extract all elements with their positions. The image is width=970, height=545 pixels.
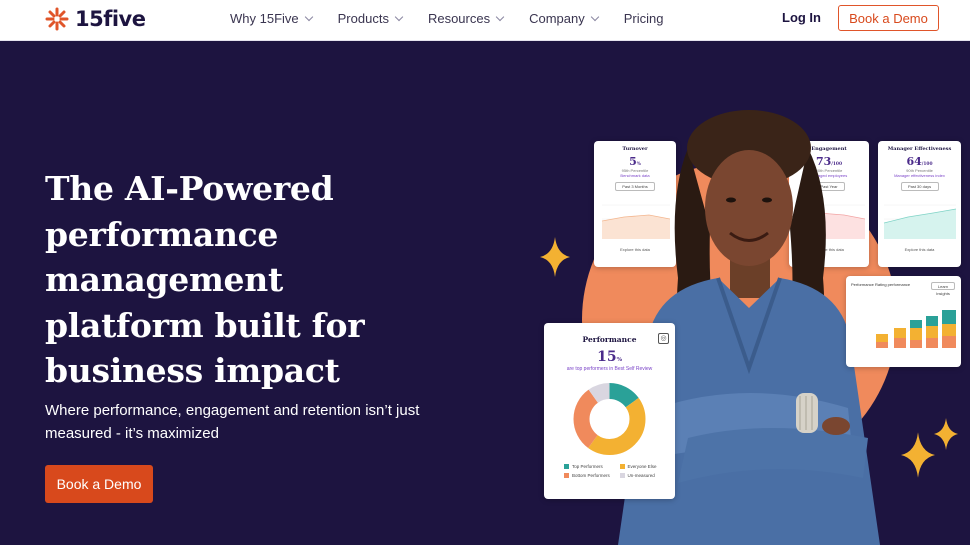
explore-data-link[interactable]: Explore this data [878, 247, 961, 252]
nav-item-label: Why 15Five [230, 10, 299, 26]
rating-card-title: Performance Rating performance [851, 282, 911, 287]
legend-label: Everyone Else [627, 464, 657, 469]
legend-item-everyone-else: Everyone Else [619, 464, 676, 469]
donut-legend: Top Performers Everyone Else Bottom Perf… [544, 464, 675, 478]
logo-text: 15five [75, 7, 146, 31]
card-title: Manager Effectiveness [887, 146, 952, 152]
legend-swatch [564, 473, 569, 478]
sparkle-icon [540, 237, 570, 277]
chevron-down-icon [394, 12, 404, 21]
nav-item-why-15five[interactable]: Why 15Five [230, 10, 313, 26]
nav-item-label: Pricing [623, 10, 664, 26]
performance-donut-chart [573, 383, 646, 455]
performance-metric: 15% [544, 349, 675, 365]
legend-label: Top Performers [572, 464, 603, 469]
manager-effectiveness-card: Manager Effectiveness 64/100 90th Percen… [878, 141, 961, 267]
sparkle-icon [934, 418, 958, 450]
legend-swatch [564, 464, 569, 469]
performance-card: Performance ◎ 15% are top performers in … [544, 323, 675, 499]
card-metric: 64/100 [878, 155, 961, 168]
legend-item-bottom-performers: Bottom Performers [564, 473, 620, 478]
sparkle-icon [901, 432, 935, 478]
book-demo-nav-button[interactable]: Book a Demo [838, 5, 939, 31]
legend-swatch [619, 464, 625, 469]
hero-subtext: Where performance, engagement and retent… [45, 402, 420, 442]
legend-label: Un-measured [627, 473, 655, 478]
top-navigation: 15five Why 15Five Products Resources Com… [0, 0, 970, 41]
nav-item-label: Resources [427, 10, 491, 26]
metric-unit: /100 [921, 162, 933, 167]
metric-unit: % [616, 357, 622, 363]
period-button[interactable]: Past 30 days [900, 182, 939, 191]
metric-value: 64 [906, 155, 922, 168]
settings-icon[interactable]: ◎ [658, 333, 669, 344]
nav-item-pricing[interactable]: Pricing [624, 11, 664, 26]
nav-item-label: Company [529, 10, 585, 26]
legend-label: Bottom Performers [572, 473, 610, 478]
burst-logo-icon [45, 7, 69, 31]
legend-item-unmeasured: Un-measured [619, 473, 676, 478]
nav-item-label: Products [337, 10, 389, 26]
card-note: Manager effectiveness index [894, 173, 945, 178]
chevron-down-icon [495, 12, 505, 21]
nav-links: Why 15Five Products Resources Company Pr… [230, 0, 689, 36]
metric-value: 15 [597, 349, 617, 365]
manager-area-chart [883, 204, 957, 239]
logo[interactable]: 15five [45, 6, 146, 32]
performance-rating-card: Performance Rating performance Learn Ins… [846, 276, 961, 367]
login-link[interactable]: Log In [782, 10, 821, 25]
legend-swatch [619, 473, 625, 478]
legend-item-top-performers: Top Performers [564, 464, 620, 469]
nav-item-company[interactable]: Company [529, 10, 599, 26]
card-title: Performance [582, 335, 637, 344]
chevron-down-icon [590, 12, 599, 21]
nav-item-products[interactable]: Products [337, 10, 404, 26]
learn-insights-button[interactable]: Learn Insights [931, 282, 955, 296]
hero-headline: The AI-Powered performance management pl… [45, 169, 365, 390]
chevron-down-icon [304, 12, 313, 21]
rating-bar-chart [876, 310, 956, 348]
book-demo-hero-button[interactable]: Book a Demo [45, 465, 153, 503]
nav-item-resources[interactable]: Resources [427, 10, 505, 26]
performance-caption: are top performers in Best Self Review [566, 366, 653, 372]
